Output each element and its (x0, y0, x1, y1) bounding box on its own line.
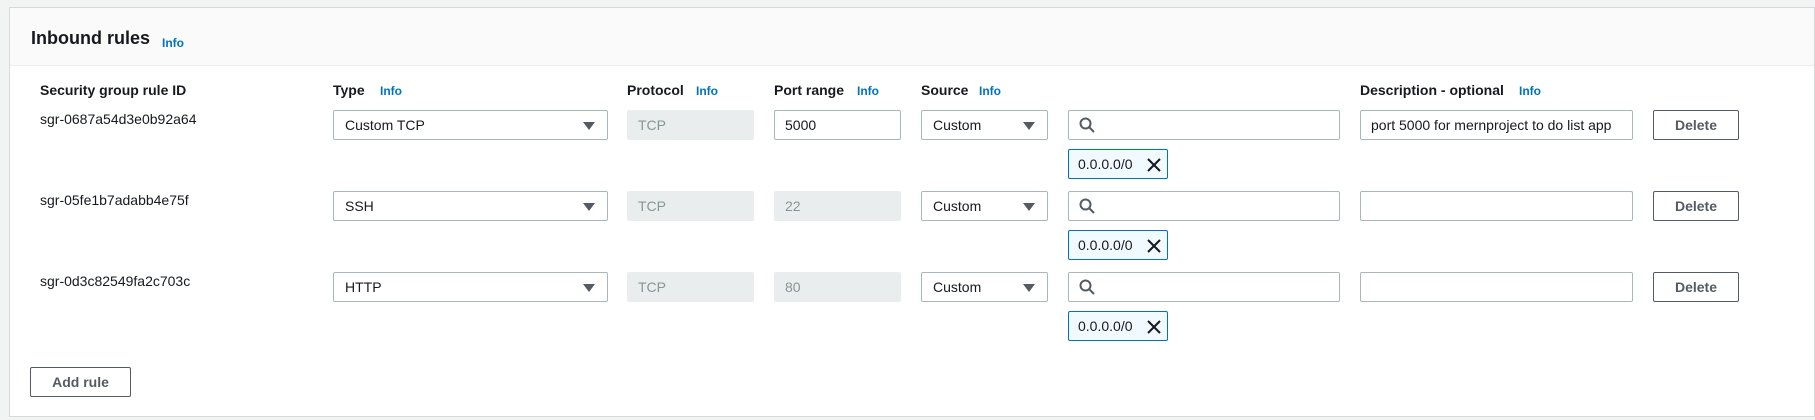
close-icon[interactable] (1147, 320, 1161, 334)
source-select[interactable]: Custom (921, 110, 1048, 140)
cidr-token-value: 0.0.0.0/0 (1078, 318, 1133, 334)
caret-down-icon (583, 284, 595, 292)
port-range-field: 22 (774, 191, 901, 221)
type-select-value: SSH (345, 198, 374, 214)
col-header-description: Description - optional (1360, 82, 1504, 98)
rule-id: sgr-05fe1b7adabb4e75f (40, 192, 189, 208)
type-select-value: HTTP (345, 279, 382, 295)
col-header-protocol: Protocol (627, 82, 684, 98)
type-select[interactable]: SSH (333, 191, 608, 221)
port-range-value: 5000 (785, 117, 817, 133)
close-icon[interactable] (1147, 239, 1161, 253)
source-select-value: Custom (933, 198, 982, 214)
cidr-search-input[interactable] (1068, 272, 1340, 302)
protocol-value: TCP (638, 117, 666, 133)
panel-header: Inbound rules Info (10, 8, 1814, 66)
source-select[interactable]: Custom (921, 272, 1048, 302)
type-info-link[interactable]: Info (380, 84, 402, 98)
protocol-value: TCP (638, 198, 666, 214)
cidr-search-input[interactable] (1068, 191, 1340, 221)
col-header-source: Source (921, 82, 969, 98)
cidr-token-value: 0.0.0.0/0 (1078, 156, 1133, 172)
protocol-field: TCP (627, 272, 754, 302)
caret-down-icon (583, 203, 595, 211)
description-info-link[interactable]: Info (1519, 84, 1541, 98)
port-range-value: 22 (785, 198, 801, 214)
description-input[interactable] (1360, 191, 1633, 221)
type-select[interactable]: HTTP (333, 272, 608, 302)
caret-down-icon (1023, 284, 1035, 292)
description-input[interactable]: port 5000 for mernproject to do list app (1360, 110, 1633, 140)
add-rule-button[interactable]: Add rule (30, 367, 131, 397)
search-icon (1079, 198, 1095, 214)
inbound-rules-panel: Inbound rules Info Security group rule I… (9, 7, 1815, 417)
type-select-value: Custom TCP (345, 117, 425, 133)
port-range-field: 80 (774, 272, 901, 302)
caret-down-icon (1023, 203, 1035, 211)
protocol-field: TCP (627, 110, 754, 140)
panel-title: Inbound rules (31, 28, 150, 48)
panel-info-link[interactable]: Info (162, 36, 184, 50)
cidr-token-value: 0.0.0.0/0 (1078, 237, 1133, 253)
description-input[interactable] (1360, 272, 1633, 302)
caret-down-icon (1023, 122, 1035, 130)
source-select[interactable]: Custom (921, 191, 1048, 221)
col-header-type: Type (333, 82, 365, 98)
rule-id: sgr-0687a54d3e0b92a64 (40, 111, 197, 127)
delete-button[interactable]: Delete (1653, 110, 1739, 140)
cidr-token: 0.0.0.0/0 (1068, 230, 1168, 260)
port-range-info-link[interactable]: Info (857, 84, 879, 98)
protocol-value: TCP (638, 279, 666, 295)
cidr-search-input[interactable] (1068, 110, 1340, 140)
delete-button[interactable]: Delete (1653, 272, 1739, 302)
close-icon[interactable] (1147, 158, 1161, 172)
description-value: port 5000 for mernproject to do list app (1371, 117, 1612, 133)
cidr-token: 0.0.0.0/0 (1068, 149, 1168, 179)
port-range-value: 80 (785, 279, 801, 295)
rule-id: sgr-0d3c82549fa2c703c (40, 273, 191, 289)
protocol-field: TCP (627, 191, 754, 221)
search-icon (1079, 117, 1095, 133)
port-range-input[interactable]: 5000 (774, 110, 901, 140)
delete-button[interactable]: Delete (1653, 191, 1739, 221)
col-header-port-range: Port range (774, 82, 845, 98)
type-select[interactable]: Custom TCP (333, 110, 608, 140)
caret-down-icon (583, 122, 595, 130)
search-icon (1079, 279, 1095, 295)
protocol-info-link[interactable]: Info (696, 84, 718, 98)
cidr-token: 0.0.0.0/0 (1068, 311, 1168, 341)
source-select-value: Custom (933, 279, 982, 295)
col-header-rule-id: Security group rule ID (40, 82, 187, 98)
source-info-link[interactable]: Info (979, 84, 1001, 98)
source-select-value: Custom (933, 117, 982, 133)
